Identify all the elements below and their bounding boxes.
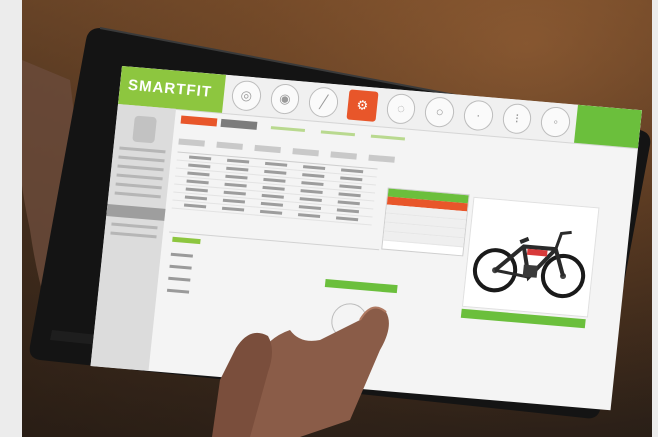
photo-scene: SMARTFIT ◎ ◉ ╱ ⚙ ◌ ○ · ⁝ ◦ [0, 0, 658, 437]
tablet-device: SMARTFIT ◎ ◉ ╱ ⚙ ◌ ○ · ⁝ ◦ [0, 0, 658, 437]
hand-graphic [212, 306, 389, 437]
left-margin [0, 0, 22, 437]
right-margin [652, 0, 658, 437]
